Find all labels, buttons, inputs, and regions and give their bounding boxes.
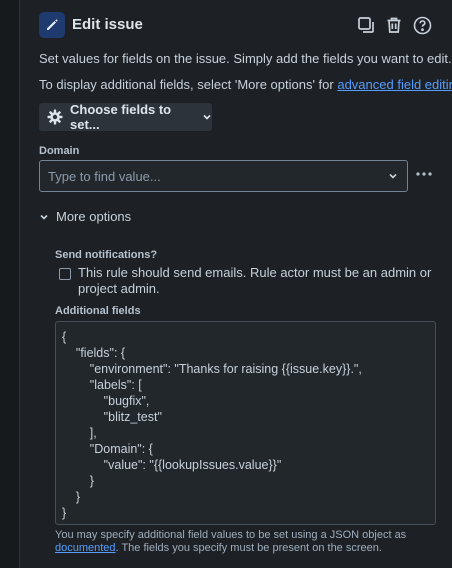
chevron-down-icon[interactable] xyxy=(387,170,399,185)
gear-icon xyxy=(47,109,63,125)
chevron-down-icon xyxy=(39,212,49,222)
more-options-label: More options xyxy=(56,209,132,224)
more-options-toggle[interactable]: More options xyxy=(39,209,131,224)
panel-header: Edit issue xyxy=(39,12,439,40)
send-notifications-label: Send notifications? xyxy=(55,249,158,261)
choose-fields-button[interactable]: Choose fields to set... xyxy=(39,102,212,132)
header-tools xyxy=(355,14,433,36)
additional-fields-json-editor[interactable]: { "fields": { "environment": "Thanks for… xyxy=(55,321,436,525)
helper-suffix: . The fields you specify must be present… xyxy=(115,542,382,554)
domain-placeholder: Type to find value... xyxy=(48,168,161,184)
send-emails-label: This rule should send emails. Rule actor… xyxy=(78,265,432,296)
helper-prefix: You may specify additional field values … xyxy=(55,529,407,541)
advanced-field-editing-link[interactable]: advanced field editing xyxy=(337,77,452,92)
additional-fields-helper: You may specify additional field values … xyxy=(55,529,435,555)
chevron-down-icon xyxy=(202,112,212,122)
intro-prefix: To display additional fields, select 'Mo… xyxy=(39,77,338,92)
trash-icon[interactable] xyxy=(383,14,405,36)
duplicate-icon[interactable] xyxy=(355,14,377,36)
edit-issue-panel: Edit issue Set values for fields on the … xyxy=(21,0,452,568)
panel-title: Edit issue xyxy=(72,16,143,33)
documented-link[interactable]: documented xyxy=(55,542,116,554)
intro-text-advanced: To display additional fields, select 'Mo… xyxy=(39,77,452,92)
pencil-icon xyxy=(39,12,65,38)
choose-fields-label: Choose fields to set... xyxy=(70,102,172,132)
send-emails-checkbox[interactable] xyxy=(59,268,71,280)
intro-text: Set values for fields on the issue. Simp… xyxy=(39,51,452,66)
additional-fields-label: Additional fields xyxy=(55,305,141,317)
help-icon[interactable] xyxy=(411,14,433,36)
left-rail xyxy=(0,0,20,568)
domain-label: Domain xyxy=(39,145,80,157)
domain-input[interactable]: Type to find value... xyxy=(39,160,408,192)
more-actions-icon[interactable] xyxy=(413,163,435,185)
